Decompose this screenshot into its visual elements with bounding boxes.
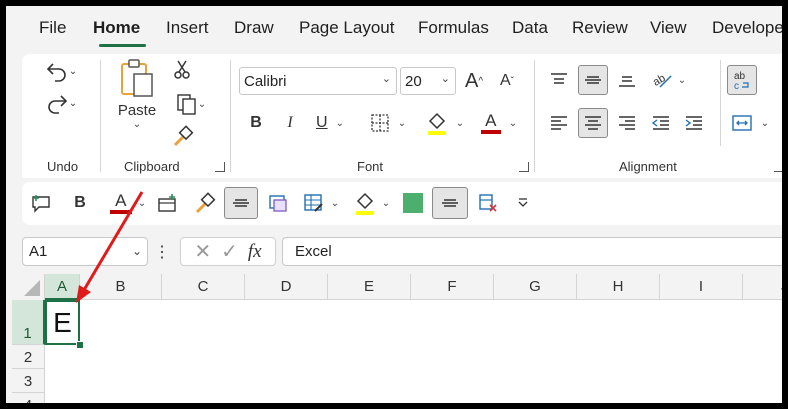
annotation-arrow-icon (76, 191, 144, 303)
excel-window: File Home Insert Draw Page Layout Formul… (0, 0, 788, 409)
